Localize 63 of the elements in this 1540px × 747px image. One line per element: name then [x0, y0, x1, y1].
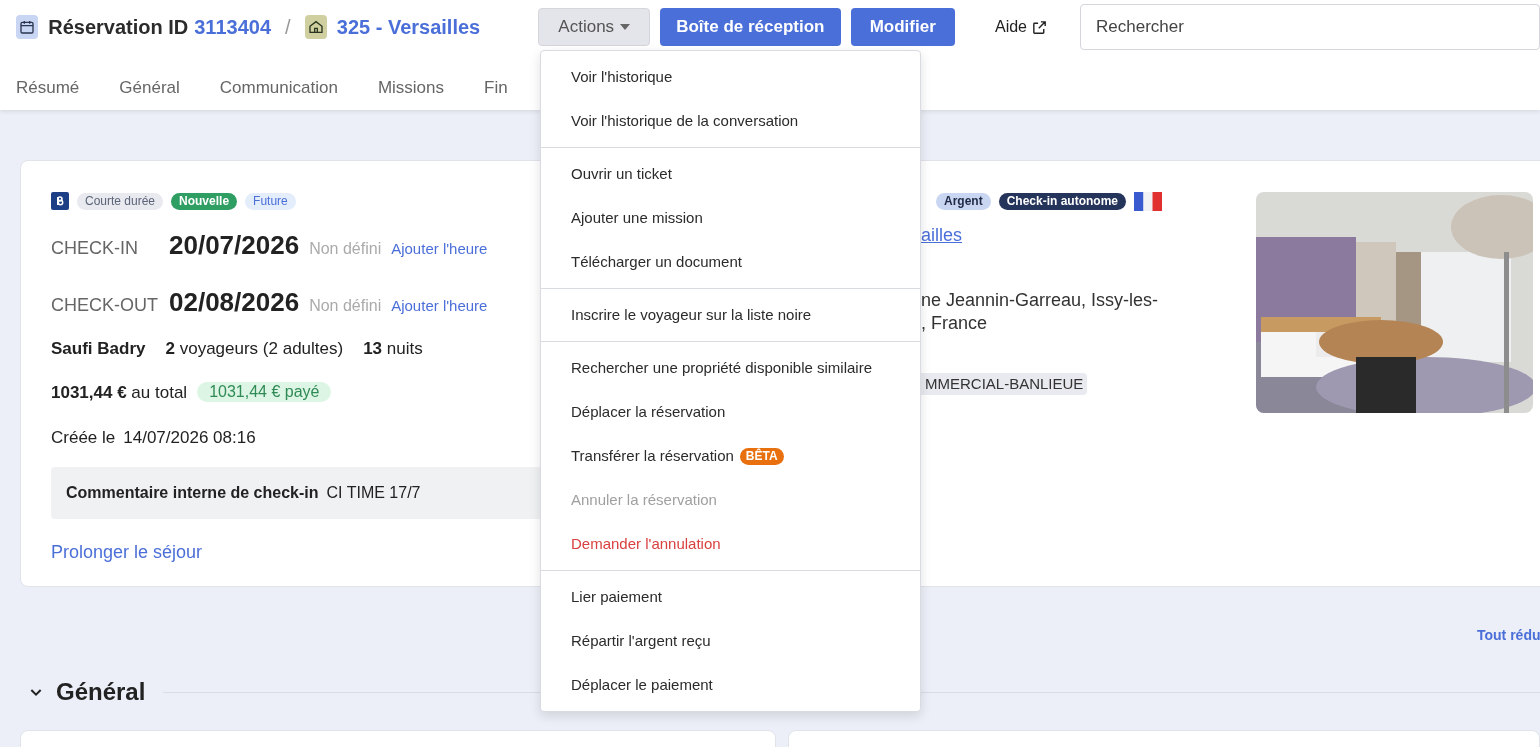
guest-name: Saufi Badry [51, 338, 146, 360]
menu-item[interactable]: Déplacer le paiement [541, 663, 920, 707]
add-time-link[interactable]: Ajouter l'heure [391, 238, 488, 261]
actions-button[interactable]: Actions [538, 8, 651, 46]
menu-item[interactable]: Demander l'annulation [541, 522, 920, 566]
time-value: Non défini [309, 296, 382, 316]
collapse-all-link[interactable]: Tout rédu [1477, 625, 1540, 646]
feature-tag: Check-in autonome [998, 192, 1127, 210]
address-line: ne Jeannin-Garreau, Issy-les- [921, 289, 1160, 312]
menu-item[interactable]: Ouvrir un ticket [541, 152, 920, 196]
tab[interactable]: Missions [377, 74, 445, 100]
menu-item[interactable]: Lier paiement [541, 575, 920, 619]
menu-item[interactable]: Répartir l'argent reçu [541, 619, 920, 663]
total-amount: 1031,44 € au total [51, 381, 188, 404]
property-name-link[interactable]: ailles [921, 222, 963, 249]
help-link[interactable]: Aide [994, 15, 1048, 39]
house-icon [304, 15, 327, 39]
created-date: 14/07/2026 08:16 [123, 427, 256, 449]
paid-badge: 1031,44 € payé [197, 382, 332, 403]
status-tag: Future [245, 192, 296, 210]
section-title: Général [56, 677, 146, 707]
edit-button[interactable]: Modifier [850, 8, 955, 46]
date-value: 20/07/2026 [169, 229, 300, 262]
flag-icon [1134, 191, 1163, 211]
beta-badge: BÊTA [739, 447, 784, 465]
menu-item[interactable]: Transférer la réservation BÊTA [541, 434, 920, 478]
booking-logo-icon [51, 192, 69, 210]
external-link-icon [1031, 18, 1048, 36]
comment-label: Commentaire interne de check-in [66, 482, 319, 503]
nights-count: 13 nuits [363, 338, 423, 360]
menu-item[interactable]: Télécharger un document [541, 240, 920, 284]
tab[interactable]: Résumé [16, 74, 80, 100]
date-label: CHECK-OUT [51, 294, 159, 317]
travelers-count: 2 voyageurs (2 adultes) [165, 338, 344, 360]
breadcrumb-separator: / [285, 15, 291, 40]
menu-item[interactable]: Déplacer la réservation [541, 390, 920, 434]
time-value: Non défini [309, 239, 382, 259]
feature-tag: Argent [936, 192, 991, 210]
created-label: Créée le [51, 427, 116, 449]
address-line: , France [921, 312, 989, 335]
extend-stay-link[interactable]: Prolonger le séjour [51, 538, 203, 566]
menu-item[interactable]: Ajouter une mission [541, 196, 920, 240]
page-title: Réservation ID [48, 15, 189, 40]
menu-item[interactable]: Inscrire le voyageur sur la liste noire [541, 293, 920, 337]
search-field[interactable]: Rechercher [1080, 4, 1540, 50]
menu-item[interactable]: Voir l'historique [541, 55, 920, 99]
menu-item[interactable]: Voir l'historique de la conversation [541, 99, 920, 143]
date-label: CHECK-IN [51, 237, 139, 260]
tab[interactable]: Général [119, 74, 180, 100]
zone-tag: MMERCIAL-BANLIEUE [921, 373, 1088, 395]
inbox-button[interactable]: Boîte de réception [660, 8, 841, 46]
property-link[interactable]: 325 - Versailles [336, 12, 481, 42]
add-time-link[interactable]: Ajouter l'heure [391, 295, 488, 318]
tab[interactable]: Fin [484, 74, 508, 100]
date-value: 02/08/2026 [169, 286, 300, 319]
calendar-icon [16, 15, 39, 39]
reservation-id-link[interactable]: 3113404 [194, 12, 271, 42]
caret-icon [620, 24, 631, 30]
comment-text: CI TIME 17/7 [326, 482, 421, 503]
status-tag: Nouvelle [171, 192, 238, 210]
menu-item[interactable]: Rechercher une propriété disponible similaire [541, 346, 920, 390]
tab[interactable]: Communication [219, 74, 338, 100]
status-tag: Courte durée [77, 192, 164, 210]
